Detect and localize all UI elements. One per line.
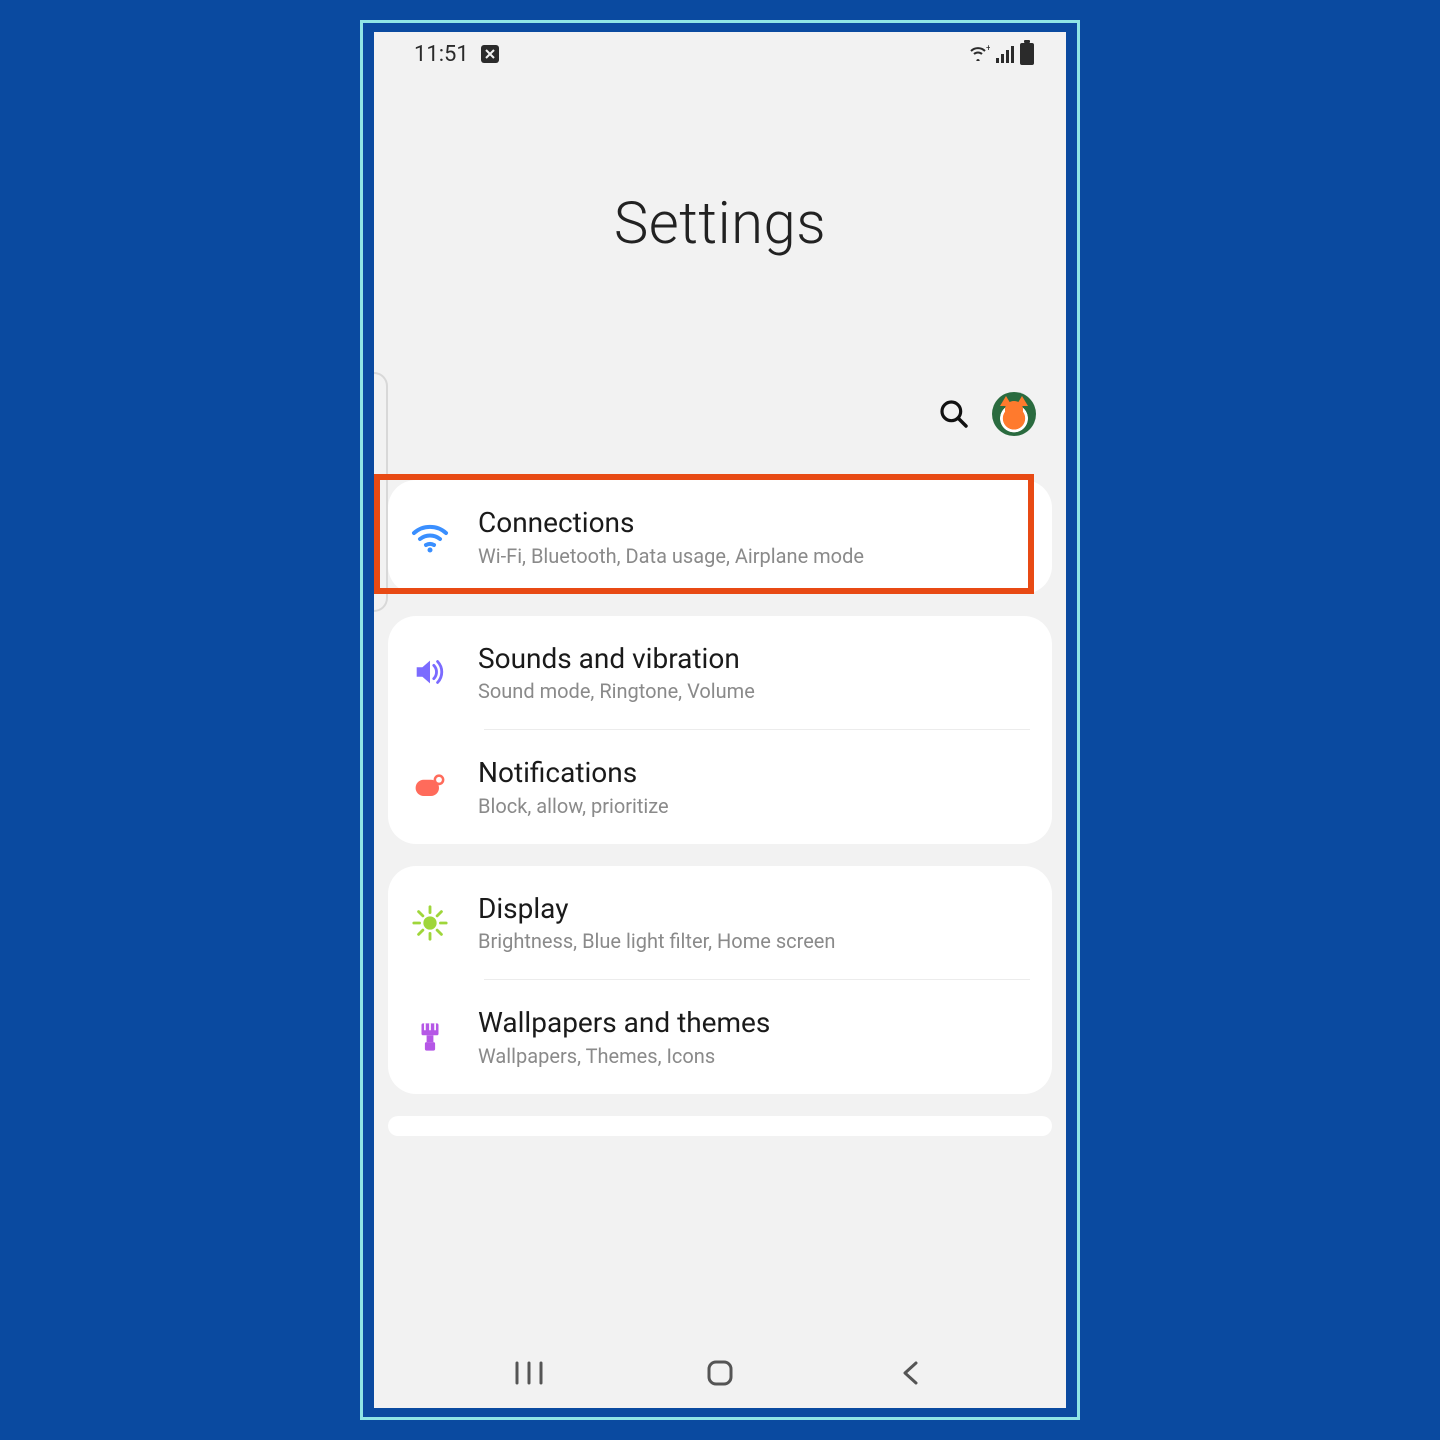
decorative-frame: 11:51 + Sett [360, 20, 1080, 1420]
settings-card: Sounds and vibration Sound mode, Rington… [388, 616, 1052, 844]
brightness-icon [410, 903, 450, 943]
svg-text:+: + [986, 44, 990, 54]
system-nav-bar [374, 1338, 1066, 1408]
row-subtitle: Block, allow, prioritize [478, 794, 1030, 818]
row-subtitle: Sound mode, Ringtone, Volume [478, 679, 1030, 703]
page-title: Settings [614, 190, 826, 258]
theme-brush-icon [410, 1017, 450, 1057]
header-area: Settings [374, 76, 1066, 372]
battery-icon [1020, 43, 1034, 65]
wifi-icon [410, 517, 450, 557]
settings-row-display[interactable]: Display Brightness, Blue light filter, H… [388, 866, 1052, 980]
status-bar: 11:51 + [374, 32, 1066, 76]
settings-card: Connections Wi-Fi, Bluetooth, Data usage… [388, 480, 1052, 594]
notification-icon [410, 767, 450, 807]
action-row [374, 372, 1066, 456]
notification-x-icon [481, 45, 499, 63]
row-title: Wallpapers and themes [478, 1006, 1030, 1040]
settings-row-sounds[interactable]: Sounds and vibration Sound mode, Rington… [388, 616, 1052, 730]
home-button[interactable] [690, 1353, 750, 1393]
settings-card-peek [388, 1116, 1052, 1136]
phone-screen: 11:51 + Sett [374, 32, 1066, 1408]
wifi-status-icon: + [966, 41, 990, 67]
row-title: Display [478, 892, 1030, 926]
settings-row-wallpapers[interactable]: Wallpapers and themes Wallpapers, Themes… [388, 980, 1052, 1094]
profile-avatar[interactable] [992, 392, 1036, 436]
settings-row-notifications[interactable]: Notifications Block, allow, prioritize [388, 730, 1052, 844]
signal-icon [996, 45, 1014, 63]
row-title: Notifications [478, 756, 1030, 790]
row-subtitle: Wi-Fi, Bluetooth, Data usage, Airplane m… [478, 544, 1030, 568]
status-time: 11:51 [414, 42, 469, 67]
scroll-edge-indicator [374, 372, 388, 612]
settings-card: Display Brightness, Blue light filter, H… [388, 866, 1052, 1094]
row-subtitle: Brightness, Blue light filter, Home scre… [478, 929, 1030, 953]
search-button[interactable] [938, 398, 970, 430]
row-title: Sounds and vibration [478, 642, 1030, 676]
volume-icon [410, 652, 450, 692]
settings-row-connections[interactable]: Connections Wi-Fi, Bluetooth, Data usage… [388, 480, 1052, 594]
recent-apps-button[interactable] [499, 1353, 559, 1393]
settings-list: Connections Wi-Fi, Bluetooth, Data usage… [374, 456, 1066, 1338]
back-button[interactable] [881, 1353, 941, 1393]
row-subtitle: Wallpapers, Themes, Icons [478, 1044, 1030, 1068]
row-title: Connections [478, 506, 1030, 540]
